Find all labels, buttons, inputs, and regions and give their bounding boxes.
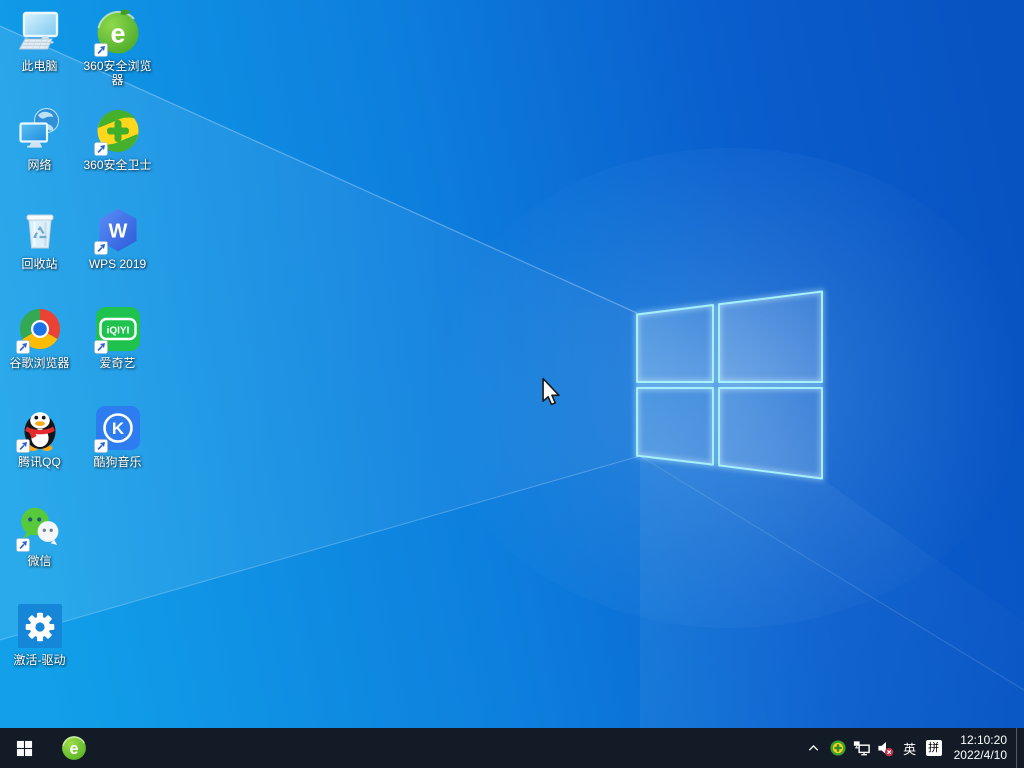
shortcut-arrow-badge (16, 538, 30, 552)
desktop-icon-area: 此电脑 e 360安全浏览器 (0, 0, 1024, 728)
taskbar-empty-area (100, 728, 802, 768)
shortcut-arrow-badge (94, 439, 108, 453)
shortcut-arrow-badge (94, 340, 108, 354)
shortcut-arrow-badge (94, 43, 108, 57)
svg-text:e: e (69, 740, 78, 758)
chevron-up-icon (806, 741, 821, 756)
hidden-icons-button[interactable] (802, 728, 826, 768)
shortcut-arrow-badge (94, 241, 108, 255)
desktop-icon-kugou-music[interactable]: K 酷狗音乐 (79, 402, 156, 499)
recycle-bin-icon (16, 206, 64, 254)
icon-label: 激活-驱动 (14, 653, 66, 667)
this-pc-icon (16, 8, 64, 56)
tray-network-button[interactable] (850, 728, 874, 768)
svg-text:K: K (111, 419, 124, 438)
shortcut-arrow-badge (16, 340, 30, 354)
desktop-icon-network[interactable]: 网络 (1, 105, 78, 202)
show-desktop-button[interactable] (1016, 728, 1024, 768)
icon-label: 360安全浏览器 (81, 59, 155, 87)
desktop-icon-360-safe[interactable]: 360安全卫士 (79, 105, 156, 202)
icon-label: 微信 (27, 554, 51, 568)
desktop-icon-chrome[interactable]: 谷歌浏览器 (1, 303, 78, 400)
desktop-icon-tencent-qq[interactable]: 腾讯QQ (1, 402, 78, 499)
360-browser-icon: e (61, 735, 87, 761)
tray-360-safety-button[interactable] (826, 728, 850, 768)
taskbar-360-browser-button[interactable]: e (48, 728, 100, 768)
desktop-icon-iqiyi[interactable]: iQIYI 爱奇艺 (79, 303, 156, 400)
ime-pinyin-label: 拼 (926, 740, 942, 756)
ime-language-indicator[interactable]: 英 (898, 728, 922, 768)
desktop-icon-recycle-bin[interactable]: 回收站 (1, 204, 78, 301)
taskbar: e (0, 728, 1024, 768)
360-shield-icon (829, 739, 847, 757)
desktop-icon-activate-driver[interactable]: 激活-驱动 (1, 600, 78, 697)
shortcut-arrow-badge (16, 439, 30, 453)
taskbar-clock[interactable]: 12:10:20 2022/4/10 (946, 728, 1016, 768)
clock-time: 12:10:20 (960, 733, 1007, 748)
icon-label: 酷狗音乐 (93, 455, 141, 469)
desktop-icon-360-browser[interactable]: e 360安全浏览器 (79, 6, 156, 103)
icon-label: WPS 2019 (89, 257, 146, 271)
clock-date: 2022/4/10 (954, 748, 1007, 763)
system-tray: 英 拼 12:10:20 2022/4/10 (802, 728, 1024, 768)
svg-text:e: e (110, 19, 125, 49)
icon-label: 网络 (27, 158, 51, 172)
network-icon (16, 107, 64, 155)
icon-label: 腾讯QQ (18, 455, 61, 469)
speaker-muted-icon (876, 739, 895, 758)
icon-label: 回收站 (21, 257, 57, 271)
icon-label: 爱奇艺 (99, 356, 135, 370)
svg-text:iQIYI: iQIYI (106, 326, 129, 337)
desktop-icon-wechat[interactable]: 微信 (1, 501, 78, 598)
shortcut-arrow-badge (94, 142, 108, 156)
windows-logo-icon (16, 740, 33, 757)
ethernet-network-icon (852, 739, 871, 758)
icon-label: 谷歌浏览器 (9, 356, 69, 370)
svg-text:W: W (108, 221, 127, 243)
icon-label: 360安全卫士 (83, 158, 151, 172)
start-button[interactable] (0, 728, 48, 768)
ime-mode-indicator[interactable]: 拼 (922, 728, 946, 768)
desktop-icon-this-pc[interactable]: 此电脑 (1, 6, 78, 103)
tray-volume-button[interactable] (874, 728, 898, 768)
icon-label: 此电脑 (21, 59, 57, 73)
gear-icon (16, 602, 64, 650)
ime-language-label: 英 (903, 739, 916, 758)
desktop-icon-wps-2019[interactable]: W WPS 2019 (79, 204, 156, 301)
